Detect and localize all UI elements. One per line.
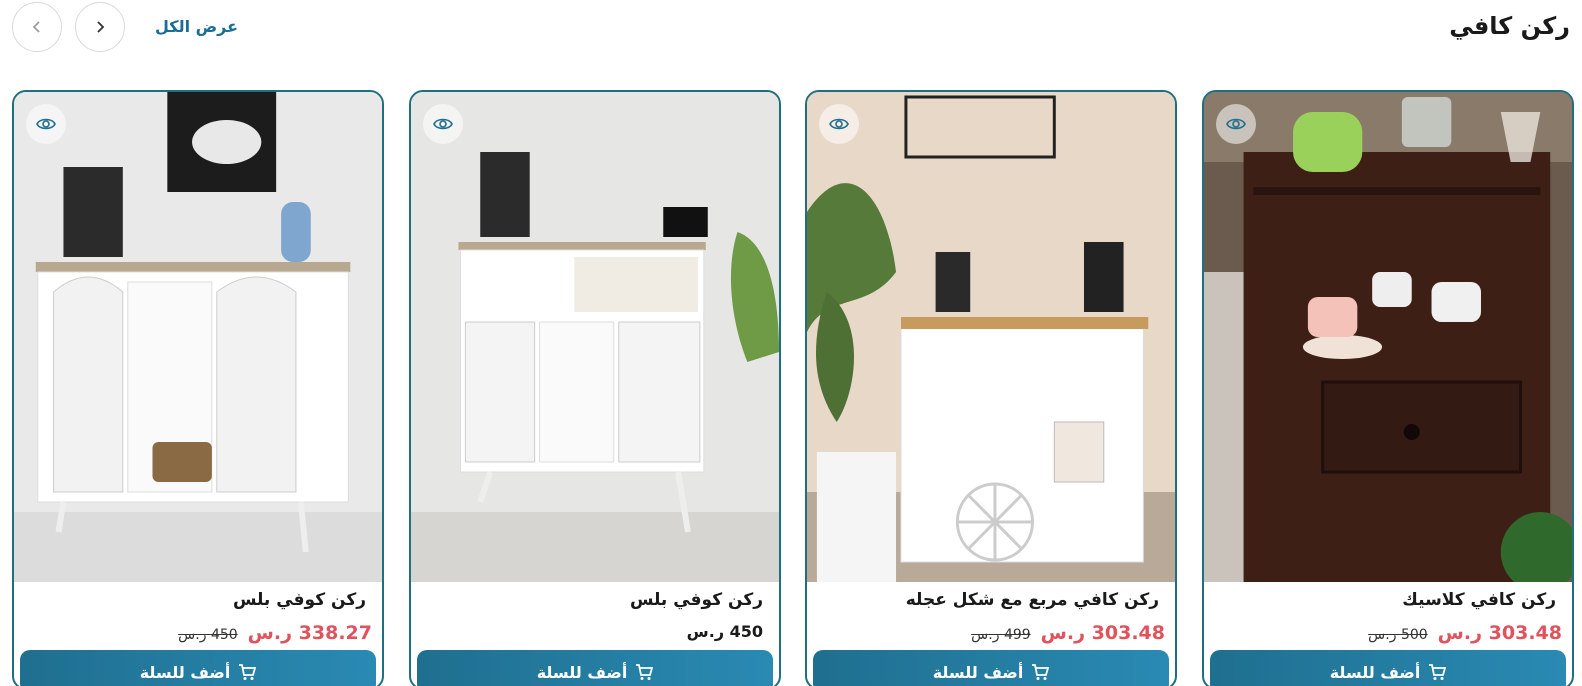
prev-button[interactable]: [12, 2, 62, 52]
product-price: 303.48 ر.س: [1040, 622, 1165, 644]
cart-icon: [1429, 664, 1447, 680]
add-to-cart-label: أضف للسلة: [536, 662, 628, 682]
add-to-cart-button[interactable]: أضف للسلة: [20, 650, 376, 686]
product-name[interactable]: ركن كافي مربع مع شكل عجله: [815, 590, 1167, 610]
product-price: 450 ر.س: [686, 622, 763, 641]
product-old-price: 500 ر.س: [1368, 627, 1428, 643]
add-to-cart-label: أضف للسلة: [1329, 662, 1421, 682]
add-to-cart-button[interactable]: أضف للسلة: [417, 650, 773, 686]
product-name[interactable]: ركن كافي كلاسيك: [1212, 590, 1564, 610]
view-all-link[interactable]: عرض الكل: [155, 17, 238, 36]
quick-view-button[interactable]: [423, 104, 463, 144]
add-to-cart-label: أضف للسلة: [139, 662, 231, 682]
product-old-price: 450 ر.س: [178, 627, 238, 643]
product-card[interactable]: ركن كافي مربع مع شكل عجله 303.48 ر.س 499…: [805, 90, 1177, 686]
eye-icon: [1226, 118, 1246, 130]
product-image[interactable]: [14, 92, 382, 582]
cart-icon: [636, 664, 654, 680]
product-image[interactable]: [1204, 92, 1572, 582]
product-image[interactable]: [807, 92, 1175, 582]
product-price: 303.48 ر.س: [1437, 622, 1562, 644]
chevron-right-icon: [97, 21, 105, 33]
product-card[interactable]: ركن كافي كلاسيك 303.48 ر.س 500 ر.س أضف ل…: [1202, 90, 1574, 686]
product-old-price: 499 ر.س: [971, 627, 1031, 643]
eye-icon: [829, 118, 849, 130]
chevron-left-icon: [32, 21, 40, 33]
product-name[interactable]: ركن كوفي بلس: [22, 590, 374, 610]
eye-icon: [36, 118, 56, 130]
product-card[interactable]: ركن كوفي بلس 338.27 ر.س 450 ر.س أضف للسل…: [12, 90, 384, 686]
add-to-cart-label: أضف للسلة: [932, 662, 1024, 682]
quick-view-button[interactable]: [1216, 104, 1256, 144]
next-button[interactable]: [75, 2, 125, 52]
quick-view-button[interactable]: [819, 104, 859, 144]
section-title: ركن كافي: [1449, 12, 1570, 40]
quick-view-button[interactable]: [26, 104, 66, 144]
cart-icon: [239, 664, 257, 680]
product-price: 338.27 ر.س: [247, 622, 372, 644]
add-to-cart-button[interactable]: أضف للسلة: [813, 650, 1169, 686]
product-image[interactable]: [411, 92, 779, 582]
add-to-cart-button[interactable]: أضف للسلة: [1210, 650, 1566, 686]
product-name[interactable]: ركن كوفي بلس: [419, 590, 771, 610]
eye-icon: [433, 118, 453, 130]
cart-icon: [1032, 664, 1050, 680]
product-card[interactable]: ركن كوفي بلس 450 ر.س أضف للسلة: [409, 90, 781, 686]
